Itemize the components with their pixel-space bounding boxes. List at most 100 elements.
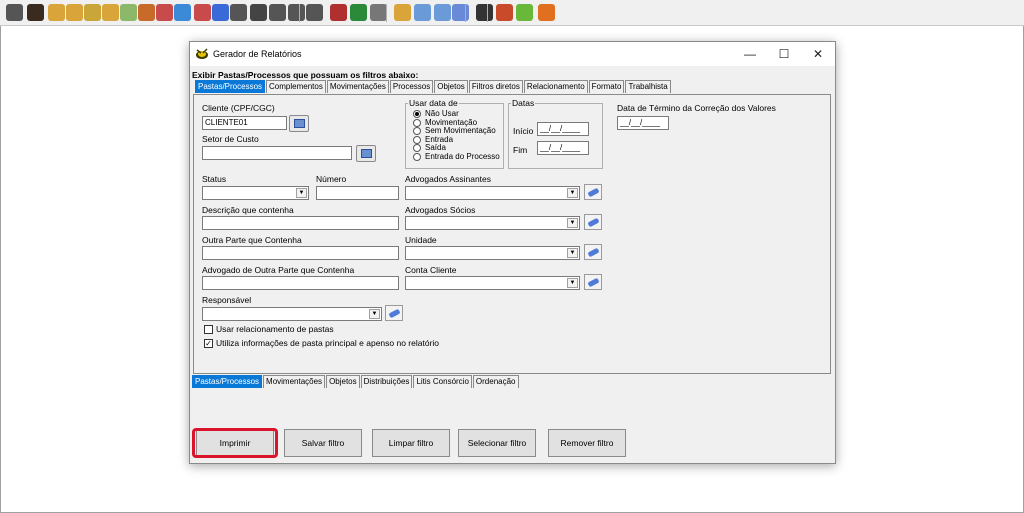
minimize-button[interactable]: — (733, 42, 767, 66)
toolbar-separator (465, 4, 466, 22)
usar-data-radio[interactable] (413, 127, 421, 135)
folder-check-icon[interactable] (102, 4, 119, 21)
usar-data-radio[interactable] (413, 118, 421, 127)
money-icon[interactable] (516, 4, 533, 21)
filter-panel: Cliente (CPF/CGC) CLIENTE01 Setor de Cus… (193, 94, 831, 374)
conta-cliente-clear-button[interactable] (584, 274, 602, 290)
utiliza-checkbox[interactable]: ✓ (204, 339, 213, 348)
bars-icon[interactable] (414, 4, 431, 21)
setor-input[interactable] (202, 146, 352, 160)
tab-top-4[interactable]: Objetos (434, 80, 468, 93)
remover-filtro-button[interactable]: Remover filtro (548, 429, 626, 457)
advogado-outra-label: Advogado de Outra Parte que Contenha (202, 265, 355, 275)
selecionar-filtro-button[interactable]: Selecionar filtro (458, 429, 536, 457)
tab-top-3[interactable]: Processos (389, 80, 434, 93)
usar-data-radio[interactable] (413, 152, 421, 161)
pen-icon[interactable] (138, 4, 155, 21)
usar-data-radio[interactable] (413, 135, 421, 144)
toolbar-separator (386, 4, 387, 22)
unidade-combo[interactable]: ▼ (405, 246, 580, 260)
scale-icon[interactable] (350, 4, 367, 21)
user-icon[interactable] (250, 4, 267, 21)
folder-check-icon[interactable] (394, 4, 411, 21)
usar-data-radio[interactable] (413, 144, 421, 152)
datas-group: Datas Início __/__/____ Fim __/__/____ (508, 98, 603, 169)
limpar-filtro-button[interactable]: Limpar filtro (372, 429, 450, 457)
people-icon[interactable] (6, 4, 23, 21)
advogado-outra-input[interactable] (202, 276, 399, 290)
usar-data-label: Usar data de (408, 98, 459, 108)
conta-cliente-combo[interactable]: ▼ (405, 276, 580, 290)
status-combo[interactable]: ▼ (202, 186, 309, 200)
photo-icon[interactable] (370, 4, 387, 21)
agenda-icon[interactable] (120, 4, 137, 21)
tab-bottom-5[interactable]: Ordenação (472, 375, 519, 388)
handshake-icon[interactable] (230, 4, 247, 21)
bottom-tab-strip: Pastas/Processos Movimentações Objetos Dist… (192, 375, 520, 388)
calendar-icon[interactable] (156, 4, 173, 21)
adv-assinantes-combo[interactable]: ▼ (405, 186, 580, 200)
chart-icon[interactable] (194, 4, 211, 21)
tab-top-6[interactable]: Relacionamento (523, 80, 588, 93)
scale-icon[interactable] (330, 4, 347, 21)
inicio-input[interactable]: __/__/____ (537, 122, 589, 136)
descricao-input[interactable] (202, 216, 399, 230)
maximize-button[interactable]: ☐ (767, 42, 801, 66)
adv-socios-combo[interactable]: ▼ (405, 216, 580, 230)
group-icon[interactable] (288, 4, 305, 21)
setor-search-button[interactable] (356, 145, 376, 162)
tab-bottom-1[interactable]: Movimentações (263, 375, 326, 388)
unidade-clear-button[interactable] (584, 244, 602, 260)
close-button[interactable]: ✕ (801, 42, 835, 66)
eraser-icon (587, 187, 600, 198)
termino-input[interactable]: __/__/____ (617, 116, 669, 130)
folder-check-icon[interactable] (66, 4, 83, 21)
descricao-label: Descrição que contenha (202, 205, 294, 215)
tab-top-2[interactable]: Movimentações (326, 80, 389, 93)
usar-data-radio[interactable] (413, 110, 421, 118)
filter-heading: Exibir Pastas/Processos que possuam os f… (192, 70, 419, 80)
numero-input[interactable] (316, 186, 399, 200)
tab-top-5[interactable]: Filtros diretos (468, 80, 523, 93)
inicio-label: Início (513, 126, 534, 136)
responsavel-combo[interactable]: ▼ (202, 307, 382, 321)
outra-parte-input[interactable] (202, 246, 399, 260)
bars-icon[interactable] (434, 4, 451, 21)
tab-top-7[interactable]: Formato (588, 80, 625, 93)
salvar-filtro-button[interactable]: Salvar filtro (284, 429, 362, 457)
disk-icon[interactable] (174, 4, 191, 21)
tab-bottom-0[interactable]: Pastas/Processos (192, 375, 263, 388)
adv-assinantes-clear-button[interactable] (584, 184, 602, 200)
tab-top-0[interactable]: Pastas/Processos (195, 80, 266, 93)
tab-top-1[interactable]: Complementos (266, 80, 326, 93)
group-icon[interactable] (306, 4, 323, 21)
cliente-label: Cliente (CPF/CGC) (202, 103, 275, 113)
numero-label: Número (316, 174, 347, 184)
chevron-down-icon: ▼ (567, 218, 578, 228)
exit-icon[interactable] (538, 4, 555, 21)
relacionamento-checkbox[interactable] (204, 325, 213, 334)
chevron-down-icon: ▼ (296, 188, 307, 198)
report-generator-window: Gerador de Relatórios — ☐ ✕ Exibir Pasta… (189, 41, 836, 464)
top-tab-strip: Pastas/Processos Complementos Movimentaçõe… (195, 80, 672, 93)
person-icon[interactable] (27, 4, 44, 21)
cliente-input[interactable]: CLIENTE01 (202, 116, 287, 130)
grid-icon[interactable] (452, 4, 469, 21)
folder-search-icon[interactable] (84, 4, 101, 21)
recycle-icon[interactable] (496, 4, 513, 21)
card-icon[interactable] (212, 4, 229, 21)
adv-socios-clear-button[interactable] (584, 214, 602, 230)
tab-bottom-4[interactable]: Litis Consórcio (413, 375, 472, 388)
cliente-search-button[interactable] (289, 115, 309, 132)
eraser-icon (587, 277, 600, 288)
chevron-down-icon: ▼ (567, 188, 578, 198)
scissors-icon[interactable] (476, 4, 493, 21)
fim-input[interactable]: __/__/____ (537, 141, 589, 155)
users-icon[interactable] (269, 4, 286, 21)
tab-bottom-2[interactable]: Objetos (326, 375, 360, 388)
tab-bottom-3[interactable]: Distribuições (360, 375, 413, 388)
responsavel-clear-button[interactable] (385, 305, 403, 321)
folder-check-icon[interactable] (48, 4, 65, 21)
tab-top-8[interactable]: Trabalhista (625, 80, 671, 93)
chevron-down-icon: ▼ (567, 248, 578, 258)
